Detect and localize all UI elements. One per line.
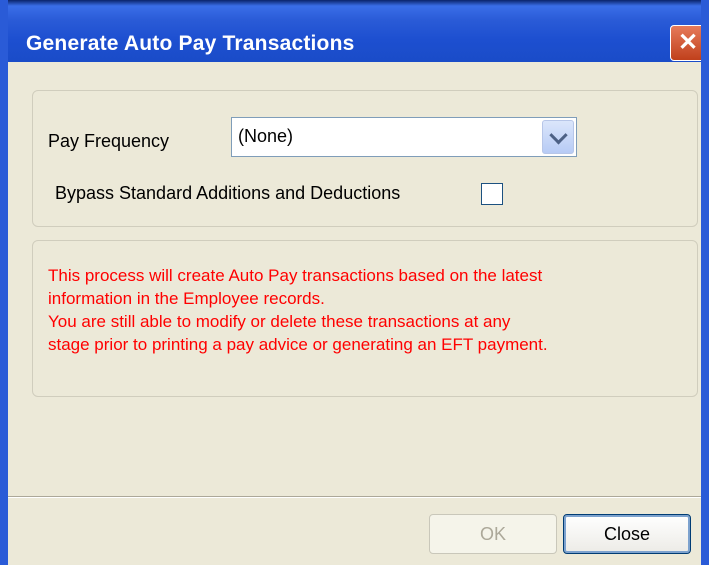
close-button[interactable]: Close: [563, 514, 691, 554]
footer-divider: [8, 496, 701, 498]
ok-button[interactable]: OK: [429, 514, 557, 554]
message-line: stage prior to printing a pay advice or …: [48, 335, 548, 354]
window-frame-left: [0, 0, 8, 565]
bypass-checkbox[interactable]: [481, 183, 503, 205]
options-group: [32, 90, 698, 227]
message-line: information in the Employee records.: [48, 289, 325, 308]
message-line: This process will create Auto Pay transa…: [48, 266, 543, 285]
pay-frequency-label: Pay Frequency: [48, 131, 170, 151]
pay-frequency-select[interactable]: (None): [231, 117, 577, 157]
info-message: This process will create Auto Pay transa…: [48, 264, 688, 356]
message-line: You are still able to modify or delete t…: [48, 312, 511, 331]
chevron-down-icon[interactable]: [542, 120, 574, 154]
window-title: Generate Auto Pay Transactions: [26, 32, 355, 55]
pay-frequency-value: (None): [238, 126, 294, 146]
bypass-label: Bypass Standard Additions and Deductions: [55, 183, 401, 203]
dialog-window: Generate Auto Pay Transactions ✕ Pay Fre…: [0, 0, 709, 565]
window-frame-right: [701, 0, 709, 565]
title-bar[interactable]: Generate Auto Pay Transactions ✕: [0, 0, 709, 62]
